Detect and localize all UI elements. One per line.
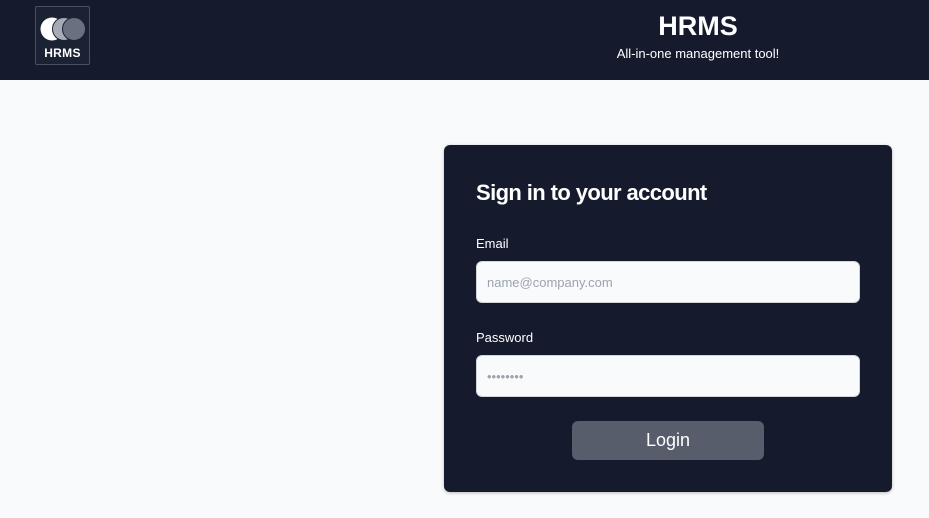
password-label: Password <box>476 330 534 345</box>
app-logo[interactable]: HRMS <box>35 6 90 65</box>
login-button[interactable]: Login <box>572 421 764 460</box>
overlapping-circles-icon <box>40 17 86 41</box>
app-title: HRMS <box>658 11 738 41</box>
password-input[interactable] <box>476 355 860 397</box>
login-card: Sign in to your account Email Password L… <box>444 145 892 492</box>
email-label: Email <box>476 236 509 251</box>
login-title: Sign in to your account <box>476 180 707 205</box>
logo-text: HRMS <box>44 46 81 60</box>
app-header: HRMS HRMS All-in-one management tool! <box>0 0 929 80</box>
app-subtitle: All-in-one management tool! <box>616 46 780 61</box>
email-input[interactable] <box>476 261 860 303</box>
